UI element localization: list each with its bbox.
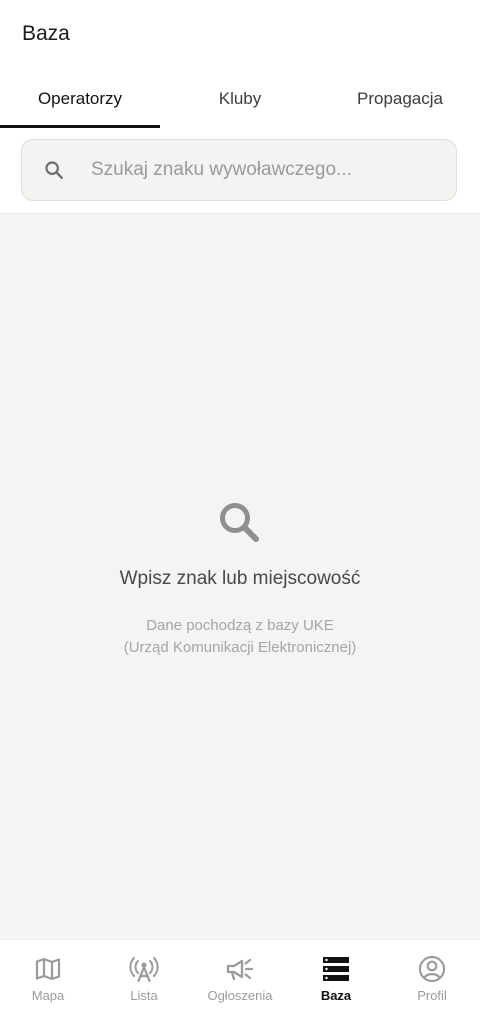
nav-label: Profil (417, 988, 447, 1003)
page-title: Baza (22, 22, 70, 45)
nav-item-baza[interactable]: Baza (288, 940, 384, 1015)
empty-state-title: Wpisz znak lub miejscowość (119, 568, 361, 589)
nav-label: Ogłoszenia (207, 988, 273, 1003)
empty-state-subtitle: Dane pochodzą z bazy UKE (146, 617, 334, 634)
tab-kluby[interactable]: Kluby (160, 70, 320, 128)
search-icon (43, 159, 65, 181)
nav-label: Baza (320, 988, 352, 1003)
nav-label: Lista (130, 988, 158, 1003)
search-input[interactable] (91, 159, 456, 181)
empty-state-subtitle-note: (Urząd Komunikacji Elektronicznej) (123, 639, 357, 656)
tab-bar: Operatorzy Kluby Propagacja (0, 70, 480, 128)
map-icon (33, 954, 63, 984)
nav-item-ogloszenia[interactable]: Ogłoszenia (192, 940, 288, 1015)
megaphone-icon (225, 954, 255, 984)
nav-item-lista[interactable]: Lista (96, 940, 192, 1015)
nav-item-mapa[interactable]: Mapa (0, 940, 96, 1015)
search-box[interactable] (21, 139, 457, 201)
search-icon (216, 499, 264, 547)
database-icon (321, 954, 351, 984)
antenna-icon (129, 954, 159, 984)
tab-operatorzy[interactable]: Operatorzy (0, 70, 160, 128)
search-section (0, 128, 480, 214)
bottom-navigation: Mapa Lista Ogłoszenia Baza Profil (0, 939, 480, 1015)
nav-item-profil[interactable]: Profil (384, 940, 480, 1015)
profile-icon (417, 954, 447, 984)
tab-propagacja[interactable]: Propagacja (320, 70, 480, 128)
nav-label: Mapa (31, 988, 65, 1003)
app-bar: Baza (0, 0, 480, 70)
content-area: Wpisz znak lub miejscowość Dane pochodzą… (0, 214, 480, 939)
